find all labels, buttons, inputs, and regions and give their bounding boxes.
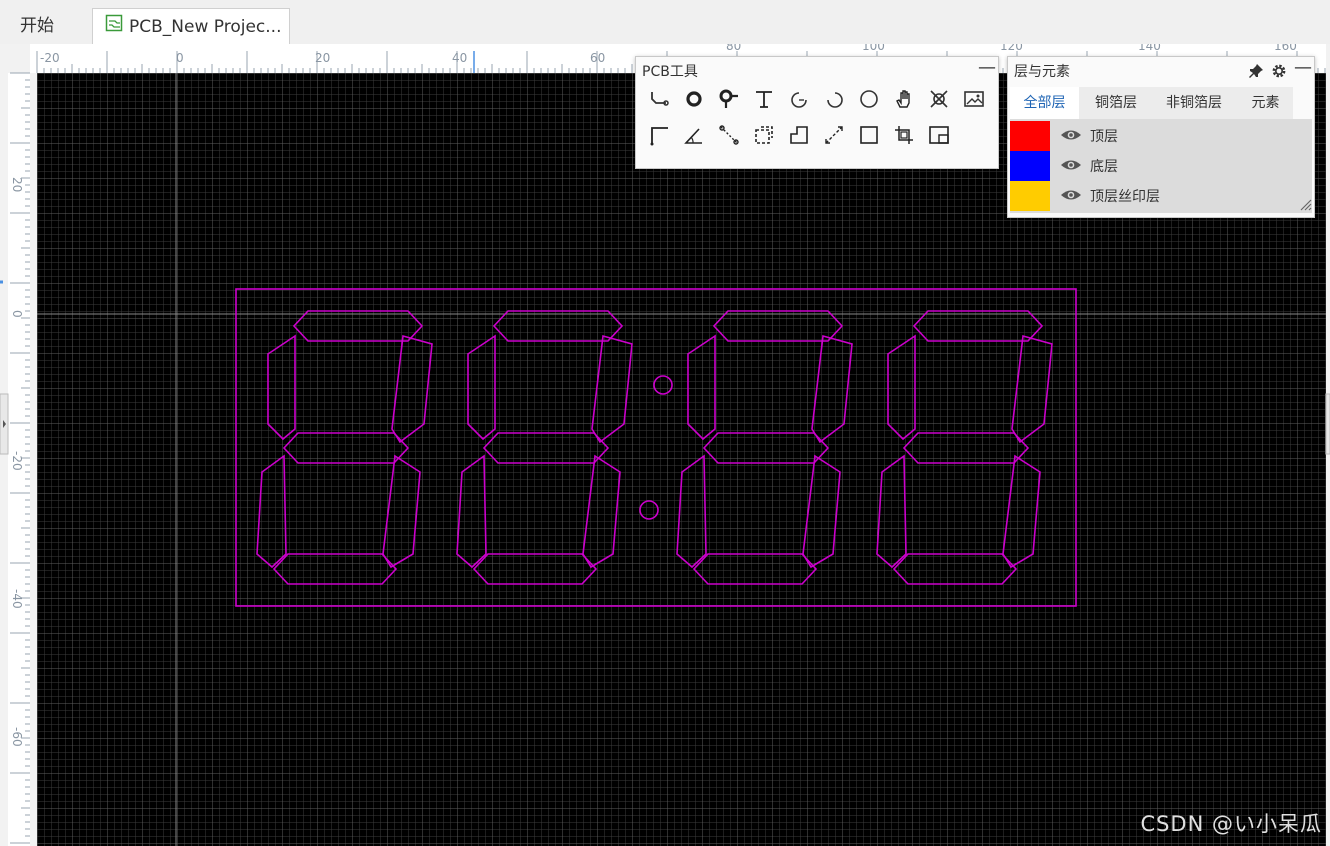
watermark: CSDN @い小呆瓜: [1140, 812, 1322, 836]
pin-icon[interactable]: [1248, 63, 1264, 83]
layer-name: 顶层: [1090, 129, 1118, 145]
tab-home[interactable]: 开始: [0, 8, 90, 44]
pcb-file-icon: [105, 9, 123, 45]
eye-icon[interactable]: [1060, 157, 1082, 177]
ruler-left-label: -20: [10, 451, 24, 471]
ruler-top-label: 140: [1138, 44, 1161, 53]
pcb-tools-title: PCB工具: [642, 64, 698, 80]
gear-icon[interactable]: [1271, 63, 1287, 83]
layer-name: 底层: [1090, 159, 1118, 175]
ruler-top-label: 160: [1274, 44, 1297, 53]
via-icon[interactable]: [714, 84, 744, 114]
tab-all-layers[interactable]: 全部层: [1010, 87, 1079, 119]
solid-region-icon[interactable]: [784, 120, 814, 150]
eye-icon[interactable]: [1060, 127, 1082, 147]
ruler-top-label: 100: [862, 44, 885, 53]
rect-select-icon[interactable]: [749, 120, 779, 150]
layers-title: 层与元素: [1014, 64, 1070, 80]
layer-name: 顶层丝印层: [1090, 189, 1160, 205]
layer-color-swatch[interactable]: [1010, 121, 1050, 151]
rectangle-icon[interactable]: [854, 120, 884, 150]
minimize-icon[interactable]: —: [1294, 58, 1312, 78]
eye-icon[interactable]: [1060, 187, 1082, 207]
pad-icon[interactable]: [679, 84, 709, 114]
text-icon[interactable]: [749, 84, 779, 114]
minimize-icon[interactable]: —: [978, 58, 996, 78]
layer-color-swatch[interactable]: [1010, 181, 1050, 211]
ruler-top-label: -20: [40, 51, 60, 65]
arc-icon[interactable]: [784, 84, 814, 114]
measure-icon[interactable]: [819, 120, 849, 150]
right-panel-handle[interactable]: [1325, 393, 1330, 455]
layer-tabs: 全部层 铜箔层 非铜箔层 元素: [1010, 87, 1293, 119]
ruler-top-label: 120: [1000, 44, 1023, 53]
arc-ccw-icon[interactable]: [819, 84, 849, 114]
document-tab-bar: 开始 PCB_New Projec...: [0, 0, 1330, 45]
tab-pcb-project[interactable]: PCB_New Projec...: [92, 8, 290, 44]
angle-icon[interactable]: [679, 120, 709, 150]
ruler-left-label: -60: [10, 727, 24, 747]
tab-pcb-project-label: PCB_New Projec...: [129, 17, 282, 37]
dimension-icon[interactable]: [714, 120, 744, 150]
resize-grip-icon[interactable]: [1298, 196, 1312, 215]
layer-list: 顶层 底层 顶层丝印层: [1010, 119, 1312, 213]
ruler-top-label: 0: [176, 51, 184, 65]
corner-line-icon[interactable]: [644, 120, 674, 150]
ruler-top-label: 60: [590, 51, 605, 65]
ruler-top-label: 80: [726, 44, 741, 53]
layer-color-swatch[interactable]: [1010, 151, 1050, 181]
tab-copper-layers[interactable]: 铜箔层: [1082, 87, 1150, 119]
track-icon[interactable]: [644, 84, 674, 114]
ruler-left-label: -40: [10, 589, 24, 609]
ruler-left-label: 0: [10, 310, 24, 318]
ruler-left-label: 20: [10, 177, 24, 192]
tab-home-label: 开始: [20, 16, 54, 36]
image-icon[interactable]: [959, 84, 989, 114]
hand-icon[interactable]: [889, 84, 919, 114]
ruler-top-label: 20: [315, 51, 330, 65]
layer-row-top-silk[interactable]: 顶层丝印层: [1010, 181, 1312, 211]
layers-panel: 层与元素 — 全部层 铜箔层 非铜箔层 元素 顶层 底层 顶层丝印层: [1007, 56, 1315, 218]
pcb-tools-panel: PCB工具 —: [635, 56, 999, 169]
ruler-top-label: 40: [452, 51, 467, 65]
crop-icon[interactable]: [889, 120, 919, 150]
no-connect-icon[interactable]: [924, 84, 954, 114]
layer-row-top[interactable]: 顶层: [1010, 121, 1312, 151]
tab-non-copper-layers[interactable]: 非铜箔层: [1153, 87, 1235, 119]
canvas-origin-icon[interactable]: [924, 120, 954, 150]
layer-row-bottom[interactable]: 底层: [1010, 151, 1312, 181]
circle-icon[interactable]: [854, 84, 884, 114]
tab-elements[interactable]: 元素: [1238, 87, 1293, 119]
